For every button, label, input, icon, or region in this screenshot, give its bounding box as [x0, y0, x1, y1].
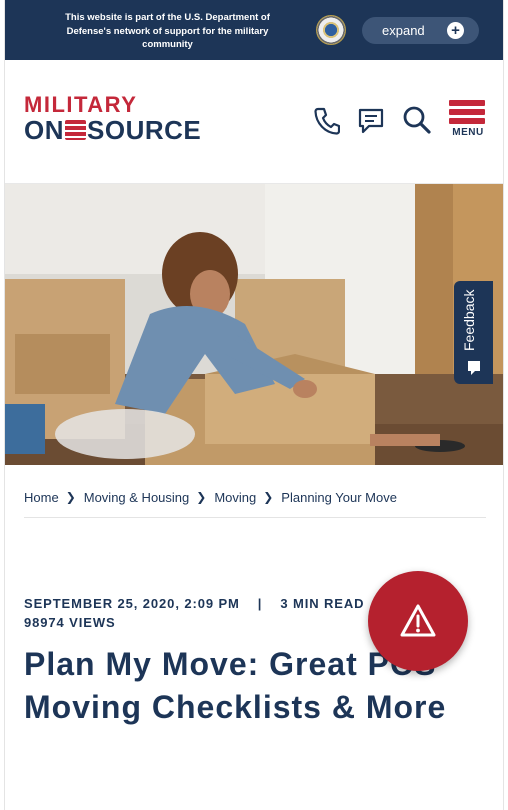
logo-text-on: ON — [24, 115, 64, 145]
menu-label: MENU — [452, 127, 484, 138]
logo-text-bottom: ON SOURCE — [24, 116, 201, 144]
crisis-alert-button[interactable] — [368, 571, 468, 671]
menu-button[interactable]: MENU — [449, 100, 487, 144]
hero-photo-illustration — [5, 184, 503, 465]
chevron-right-icon: ❯ — [65, 490, 76, 504]
search-icon[interactable] — [402, 105, 432, 140]
hero-image — [5, 184, 503, 465]
breadcrumb-home[interactable]: Home — [24, 490, 59, 505]
menu-icon-bar — [449, 109, 485, 115]
feedback-icon — [468, 361, 480, 375]
expand-button[interactable]: expand + — [362, 17, 479, 44]
dod-banner: This website is part of the U.S. Departm… — [5, 0, 503, 60]
article-meta: SEPTEMBER 25, 2020, 2:09 PM | 3 MIN READ 9… — [24, 594, 364, 632]
expand-label: expand — [382, 23, 425, 38]
military-onesource-logo[interactable]: MILITARY ON SOURCE — [24, 92, 201, 145]
plus-icon: + — [447, 22, 464, 39]
logo-text-source: SOURCE — [87, 115, 202, 145]
article-read-time: 3 MIN READ — [280, 596, 365, 611]
breadcrumb-moving[interactable]: Moving — [214, 490, 256, 505]
logo-flag-icon — [65, 120, 86, 140]
article-date: SEPTEMBER 25, 2020, 2:09 PM — [24, 596, 240, 611]
dod-banner-text: This website is part of the U.S. Departm… — [65, 12, 270, 50]
menu-icon — [449, 100, 485, 106]
chevron-right-icon: ❯ — [263, 490, 274, 504]
dod-seal-icon — [316, 15, 346, 45]
article-views: 98974 VIEWS — [24, 615, 116, 630]
breadcrumb-planning-your-move[interactable]: Planning Your Move — [281, 490, 397, 505]
logo-text-top: MILITARY — [24, 92, 138, 117]
feedback-tab[interactable]: Feedback — [454, 281, 493, 384]
feedback-label: Feedback — [461, 289, 477, 351]
warning-icon — [400, 604, 436, 637]
breadcrumb: Home ❯ Moving & Housing ❯ Moving ❯ Plann… — [24, 490, 486, 518]
page: This website is part of the U.S. Departm… — [4, 0, 504, 810]
site-header: MILITARY ON SOURCE MENU — [5, 60, 503, 184]
phone-icon[interactable] — [314, 107, 341, 140]
chevron-right-icon: ❯ — [196, 490, 207, 504]
menu-icon-bar — [449, 118, 485, 124]
chat-icon[interactable] — [358, 107, 384, 140]
breadcrumb-moving-housing[interactable]: Moving & Housing — [84, 490, 190, 505]
meta-separator: | — [257, 596, 263, 611]
